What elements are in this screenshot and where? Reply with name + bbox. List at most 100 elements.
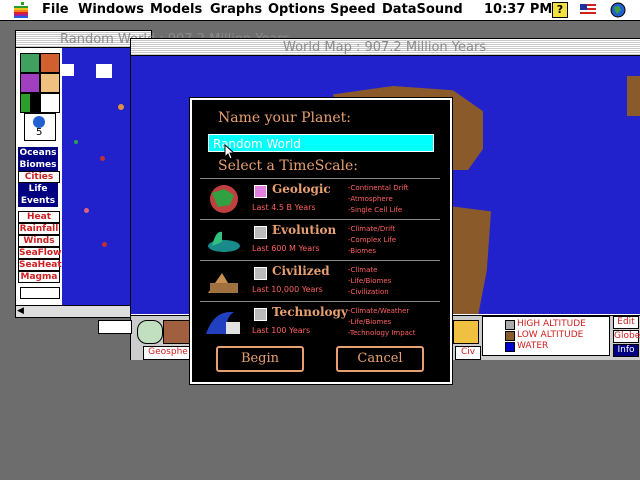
legend-low-swatch (505, 331, 515, 341)
view-life-button[interactable]: Life (18, 183, 58, 195)
detail-line: -Climate/Drift (348, 225, 396, 233)
menu-clock: 10:37 PM (484, 2, 553, 17)
island-dot (100, 156, 105, 161)
tool-selected-icon[interactable]: 5 (24, 113, 56, 141)
altitude-legend: HIGH ALTITUDE LOW ALTITUDE WATER (482, 316, 610, 356)
civilized-details: -Climate -Life/Biomes -Civilization (348, 265, 391, 298)
menu-file[interactable]: File (42, 2, 69, 17)
tool-volcano-icon[interactable] (40, 53, 60, 73)
civilized-label: Civilized (272, 264, 330, 278)
geologic-details: -Continental Drift -Atmosphere -Single C… (348, 183, 409, 216)
civilized-checkbox[interactable] (254, 267, 267, 280)
menu-graphs[interactable]: Graphs (210, 2, 262, 17)
technology-wave-icon (206, 311, 240, 334)
detail-line: -Life/Biomes (348, 318, 392, 326)
tool-landscape-icon[interactable] (20, 53, 40, 73)
detail-line: -Life/Biomes (348, 277, 392, 285)
timescale-option-civilized[interactable]: Civilized Last 10,000 Years -Climate -Li… (200, 260, 440, 301)
evolution-dinosaur-icon (208, 231, 240, 252)
island-dot (102, 242, 107, 247)
geologic-label: Geologic (272, 182, 331, 196)
globe-button[interactable]: Globe (613, 330, 640, 343)
timescale-option-geologic[interactable]: Geologic Last 4.5 B Years -Continental D… (200, 178, 440, 219)
civilized-span: Last 10,000 Years (252, 285, 323, 294)
view-biomes-button[interactable]: Biomes (18, 159, 58, 171)
evolution-span: Last 600 M Years (252, 244, 320, 253)
menu-datasound[interactable]: DataSound (382, 2, 463, 17)
island-dot (84, 208, 89, 213)
data-seaheat-button[interactable]: SeaHeat (18, 259, 62, 271)
continent (449, 206, 491, 314)
legend-water-swatch (505, 342, 515, 352)
civ-tool-icon[interactable] (453, 320, 479, 344)
scroll-left-arrow-icon[interactable]: ◀ (17, 306, 24, 316)
tool-eye-icon[interactable] (40, 93, 60, 113)
tool-hand-icon[interactable] (40, 73, 60, 93)
civ-label[interactable]: Civ (455, 346, 481, 360)
palette-blank-field[interactable] (20, 287, 60, 299)
evolution-details: -Climate/Drift -Complex Life -Biomes (348, 224, 396, 257)
detail-line: -Civilization (348, 288, 389, 296)
timescale-title: Select a TimeScale: (218, 158, 358, 174)
technology-span: Last 100 Years (252, 326, 311, 335)
detail-line: -Atmosphere (348, 195, 393, 203)
legend-high-label: HIGH ALTITUDE (517, 319, 586, 329)
flag-icon[interactable] (580, 4, 596, 15)
island-dot (74, 140, 78, 144)
planet-name-input[interactable]: Random World (207, 133, 435, 153)
detail-line: -Biomes (348, 247, 377, 255)
geosphere-tool-icon[interactable] (137, 320, 163, 344)
ice-patch (62, 64, 74, 76)
terrain-tool-icon[interactable] (163, 320, 191, 344)
menu-models[interactable]: Models (150, 2, 202, 17)
detail-line: -Climate (348, 266, 378, 274)
civilized-sphinx-icon (208, 273, 238, 293)
info-button[interactable]: Info (613, 344, 639, 357)
app-icon[interactable] (610, 2, 626, 18)
timescale-option-evolution[interactable]: Evolution Last 600 M Years -Climate/Drif… (200, 219, 440, 260)
data-heat-button[interactable]: Heat (18, 211, 60, 223)
menu-options[interactable]: Options (268, 2, 325, 17)
legend-water-label: WATER (517, 341, 549, 351)
menu-speed[interactable]: Speed (330, 2, 376, 17)
view-oceans-button[interactable]: Oceans (18, 147, 58, 159)
data-rainfall-button[interactable]: Rainfall (18, 223, 60, 235)
detail-line: -Climate/Weather (348, 307, 410, 315)
name-planet-title: Name your Planet: (218, 110, 351, 126)
technology-label: Technology (272, 305, 348, 319)
left-window-corner (98, 320, 132, 334)
tool-grid-icon[interactable] (20, 93, 40, 113)
detail-line: -Technology Impact (348, 329, 416, 337)
world-map-title: World Map : 907.2 Million Years (283, 40, 487, 55)
detail-line: -Complex Life (348, 236, 397, 244)
menu-windows[interactable]: Windows (78, 2, 144, 17)
view-events-button[interactable]: Events (18, 195, 58, 207)
evolution-checkbox[interactable] (254, 226, 267, 239)
geologic-globe-icon (210, 185, 238, 213)
technology-checkbox[interactable] (254, 308, 267, 321)
geologic-span: Last 4.5 B Years (252, 203, 316, 212)
geologic-checkbox[interactable] (254, 185, 267, 198)
apple-menu-icon[interactable] (14, 2, 28, 18)
help-icon[interactable]: ? (552, 2, 568, 18)
data-seaflow-button[interactable]: SeaFlow (18, 247, 61, 259)
new-planet-dialog: Name your Planet: Random World Select a … (189, 97, 453, 385)
continent (627, 76, 640, 116)
data-magma-button[interactable]: Magma (18, 271, 60, 283)
technology-details: -Climate/Weather -Life/Biomes -Technolog… (348, 306, 416, 339)
tool-count-label: 5 (36, 127, 43, 138)
ice-patch (96, 64, 112, 78)
edit-button[interactable]: Edit (613, 316, 639, 329)
view-cities-button[interactable]: Cities (18, 171, 60, 183)
begin-button[interactable]: Begin (216, 346, 304, 372)
tool-meteor-icon[interactable] (20, 73, 40, 93)
detail-line: -Continental Drift (348, 184, 409, 192)
timescale-option-technology[interactable]: Technology Last 100 Years -Climate/Weath… (200, 301, 440, 342)
cancel-button[interactable]: Cancel (336, 346, 424, 372)
island-dot (118, 104, 124, 110)
menu-bar: File Windows Models Graphs Options Speed… (0, 0, 640, 21)
data-winds-button[interactable]: Winds (18, 235, 60, 247)
geosphere-label[interactable]: Geosphe (143, 346, 193, 360)
legend-high-swatch (505, 320, 515, 330)
detail-line: -Single Cell Life (348, 206, 403, 214)
